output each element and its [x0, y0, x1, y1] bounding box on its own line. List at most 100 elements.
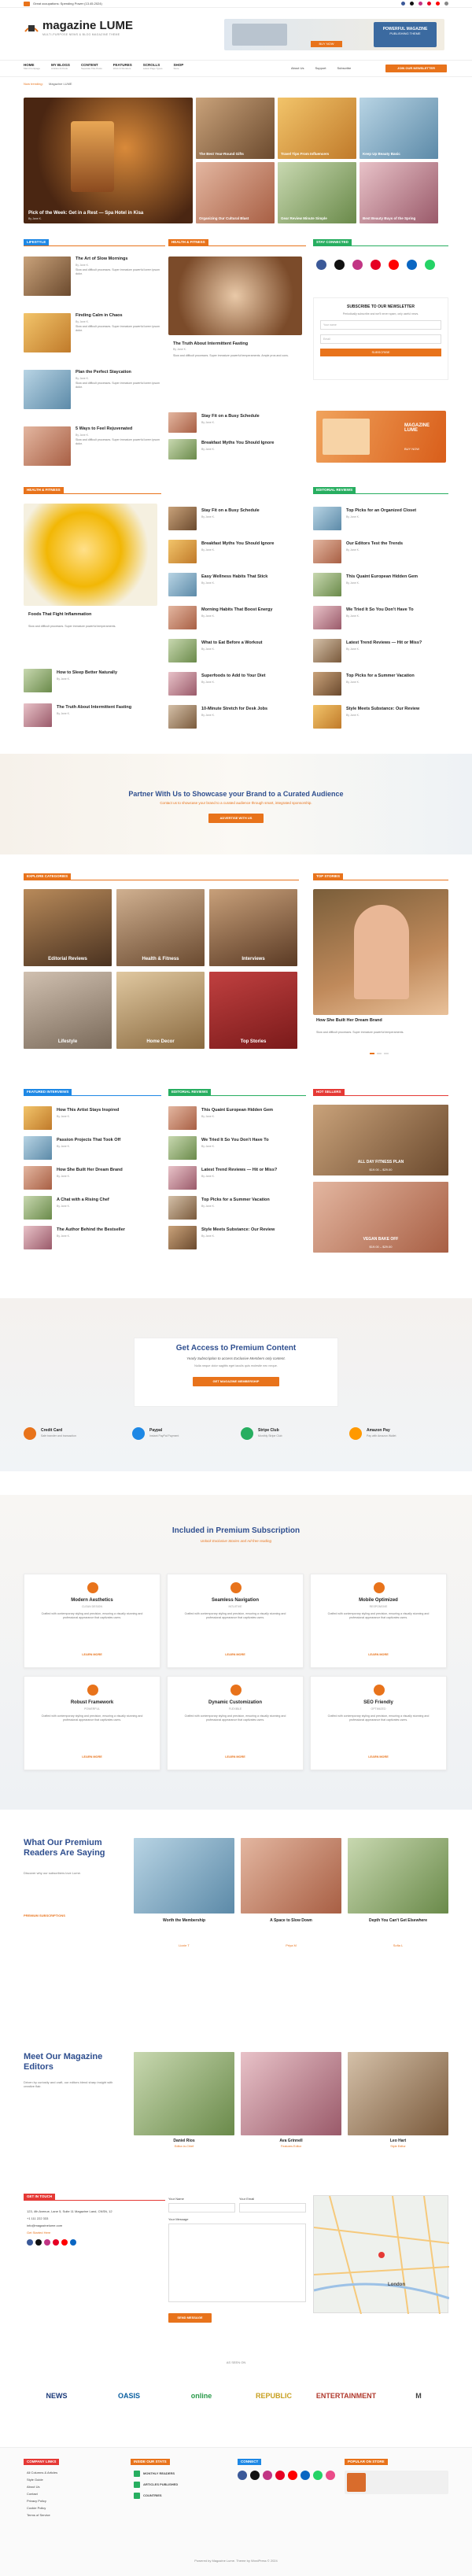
breaking-text[interactable]: Magazine LUME [49, 82, 72, 86]
editorial2-title[interactable]: Latest Trend Reviews — Hit or Miss? [201, 1168, 304, 1173]
health2-big-title[interactable]: Foods That Fight Inflammation [28, 612, 154, 618]
editorial2-label[interactable]: EDITORIAL REVIEWS [168, 1089, 212, 1095]
health-thumb[interactable] [168, 412, 197, 433]
hero-tile[interactable]: Gear Review Minute Simple [278, 162, 356, 223]
hero-tile-title[interactable]: Keep Up Beauty Basic [363, 152, 435, 156]
editorial-thumb[interactable] [313, 639, 341, 662]
top-story-pager[interactable] [370, 1053, 389, 1054]
footer-link[interactable]: Cookie Policy [27, 2506, 46, 2510]
contact-link[interactable]: Get Started Here [27, 2229, 160, 2236]
logo-mark[interactable] [24, 19, 39, 35]
health-big-title[interactable]: The Truth About Intermittent Fasting [173, 341, 299, 347]
feature-more-link[interactable]: LEARN MORE [168, 1653, 303, 1656]
health2-small-title[interactable]: How to Sleep Better Naturally [57, 670, 159, 676]
nav-right-1[interactable]: Support [315, 66, 326, 70]
twitter-icon[interactable] [334, 260, 345, 270]
editorial-thumb[interactable] [313, 540, 341, 563]
partner-logo[interactable]: NEWS [27, 2375, 87, 2417]
health2-list-title[interactable]: Superfoods to Add to Your Diet [201, 674, 304, 679]
nav-right-2[interactable]: Subscribe [337, 66, 351, 70]
editorial2-thumb[interactable] [168, 1196, 197, 1220]
getin-label[interactable]: GET IN TOUCH [24, 2194, 56, 2200]
category-label[interactable]: Top Stories [209, 1039, 297, 1044]
ad-buy-button[interactable]: BUY NOW [311, 41, 342, 47]
featured-title[interactable]: The Author Behind the Bestseller [57, 1227, 159, 1233]
editorial2-title[interactable]: Style Meets Substance: Our Review [201, 1227, 304, 1233]
hero-tile[interactable]: Organizing Our Cultural Blast [196, 162, 275, 223]
hot-label[interactable]: HOT SELLERS [313, 1089, 345, 1095]
pinterest-icon[interactable] [53, 2239, 59, 2246]
connect-label[interactable]: CONNECT [238, 2459, 262, 2465]
editorial-title[interactable]: Latest Trend Reviews — Hit or Miss? [346, 640, 447, 646]
promo-banner[interactable]: MAGAZINE LUME BUY NOW [316, 411, 446, 463]
linkedin-icon[interactable] [70, 2239, 76, 2246]
health2-small-thumb[interactable] [24, 669, 52, 692]
category-tile[interactable]: Home Decor [116, 972, 205, 1049]
nav-item-0[interactable]: HOME Main Frontpage [24, 63, 40, 70]
send-message-button[interactable]: SEND MESSAGE [168, 2313, 212, 2323]
health-list-title[interactable]: Breakfast Myths You Should Ignore [201, 441, 304, 446]
category-label[interactable]: Editorial Reviews [24, 957, 112, 961]
featured-thumb[interactable] [24, 1166, 52, 1190]
health2-list-thumb[interactable] [168, 606, 197, 629]
lifestyle-thumb[interactable] [24, 370, 71, 409]
contact-phone[interactable]: +1 111 222 333 [27, 2215, 160, 2222]
editorial2-title[interactable]: Top Picks for a Summer Vacation [201, 1198, 304, 1203]
instagram-icon[interactable] [263, 2471, 272, 2480]
email-input[interactable] [239, 2203, 306, 2212]
explore-label[interactable]: EXPLORE CATEGORIES [24, 873, 72, 880]
partner-logo[interactable]: OASIS [99, 2375, 159, 2417]
editorial2-title[interactable]: This Quaint European Hidden Gem [201, 1108, 304, 1113]
health2-list-title[interactable]: Breakfast Myths You Should Ignore [201, 541, 304, 547]
whatsapp-icon[interactable] [425, 260, 435, 270]
feature-more-link[interactable]: LEARN MORE [311, 1653, 446, 1656]
editorial-thumb[interactable] [313, 573, 341, 596]
nav-item-3[interactable]: FEATURES Work & Wonders [113, 63, 132, 70]
health-thumb[interactable] [168, 439, 197, 459]
youtube-icon[interactable] [436, 2, 440, 6]
health-list-title[interactable]: Stay Fit on a Busy Schedule [201, 414, 304, 419]
health2-list-title[interactable]: Stay Fit on a Busy Schedule [201, 508, 304, 514]
featured-thumb[interactable] [24, 1196, 52, 1220]
category-tile[interactable]: Interviews [209, 889, 297, 966]
editorial-label[interactable]: EDITORIAL REVIEWS [313, 487, 356, 493]
health2-list-title[interactable]: What to Eat Before a Workout [201, 640, 304, 646]
pinterest-icon[interactable] [371, 260, 381, 270]
linkedin-icon[interactable] [301, 2471, 310, 2480]
feature-more-link[interactable]: LEARN MORE [311, 1755, 446, 1759]
hot-title[interactable]: ALL DAY FITNESS PLAN [313, 1160, 448, 1164]
message-textarea[interactable] [168, 2224, 306, 2302]
facebook-icon[interactable] [27, 2239, 33, 2246]
pay-option[interactable]: Paypal Instant PayPal Payment [132, 1426, 234, 1445]
featured-thumb[interactable] [24, 1106, 52, 1130]
health-big-image[interactable] [168, 256, 302, 335]
stay-label[interactable]: STAY CONNECTED [313, 239, 352, 245]
lifestyle-label[interactable]: LIFESTYLE [24, 239, 50, 245]
editorial2-thumb[interactable] [168, 1166, 197, 1190]
x-icon[interactable] [410, 2, 414, 6]
newsletter-cta-button[interactable]: JOIN OUR NEWSLETTER [385, 65, 447, 72]
search-icon[interactable] [444, 2, 448, 6]
lifestyle-title[interactable]: 5 Ways to Feel Rejuvenated [76, 426, 162, 432]
health2-list-thumb[interactable] [168, 507, 197, 530]
category-label[interactable]: Home Decor [116, 1039, 205, 1044]
newsletter-subscribe-button[interactable]: SUBSCRIBE [320, 349, 441, 356]
nav-item-4[interactable]: SCROLLS Latest Page Types [143, 63, 163, 70]
lifestyle-thumb[interactable] [24, 256, 71, 296]
header-ad[interactable]: POWERFUL MAGAZINE PUBLISHING THEME BUY N… [224, 19, 444, 50]
brand-name[interactable]: magazine LUME [42, 19, 133, 32]
nav-item-5[interactable]: SHOP Store [174, 63, 184, 70]
category-label[interactable]: Interviews [209, 957, 297, 961]
footer-link[interactable]: Privacy Policy [27, 2499, 46, 2503]
editorial2-title[interactable]: We Tried It So You Don't Have To [201, 1138, 304, 1143]
health2-small-title[interactable]: The Truth About Intermittent Fasting [57, 705, 159, 710]
links-label[interactable]: COMPANY LINKS [24, 2459, 60, 2465]
lifestyle-thumb[interactable] [24, 313, 71, 352]
nav-item-2[interactable]: CONTENT Separate Title Posts [81, 63, 102, 70]
feature-more-link[interactable]: LEARN MORE [24, 1755, 160, 1759]
whatsapp-icon[interactable] [313, 2471, 323, 2480]
category-tile[interactable]: Top Stories [209, 972, 297, 1049]
name-input[interactable] [168, 2203, 235, 2212]
linkedin-icon[interactable] [407, 260, 417, 270]
hero-tile-title[interactable]: Travel Tips From Influencers [281, 152, 353, 156]
